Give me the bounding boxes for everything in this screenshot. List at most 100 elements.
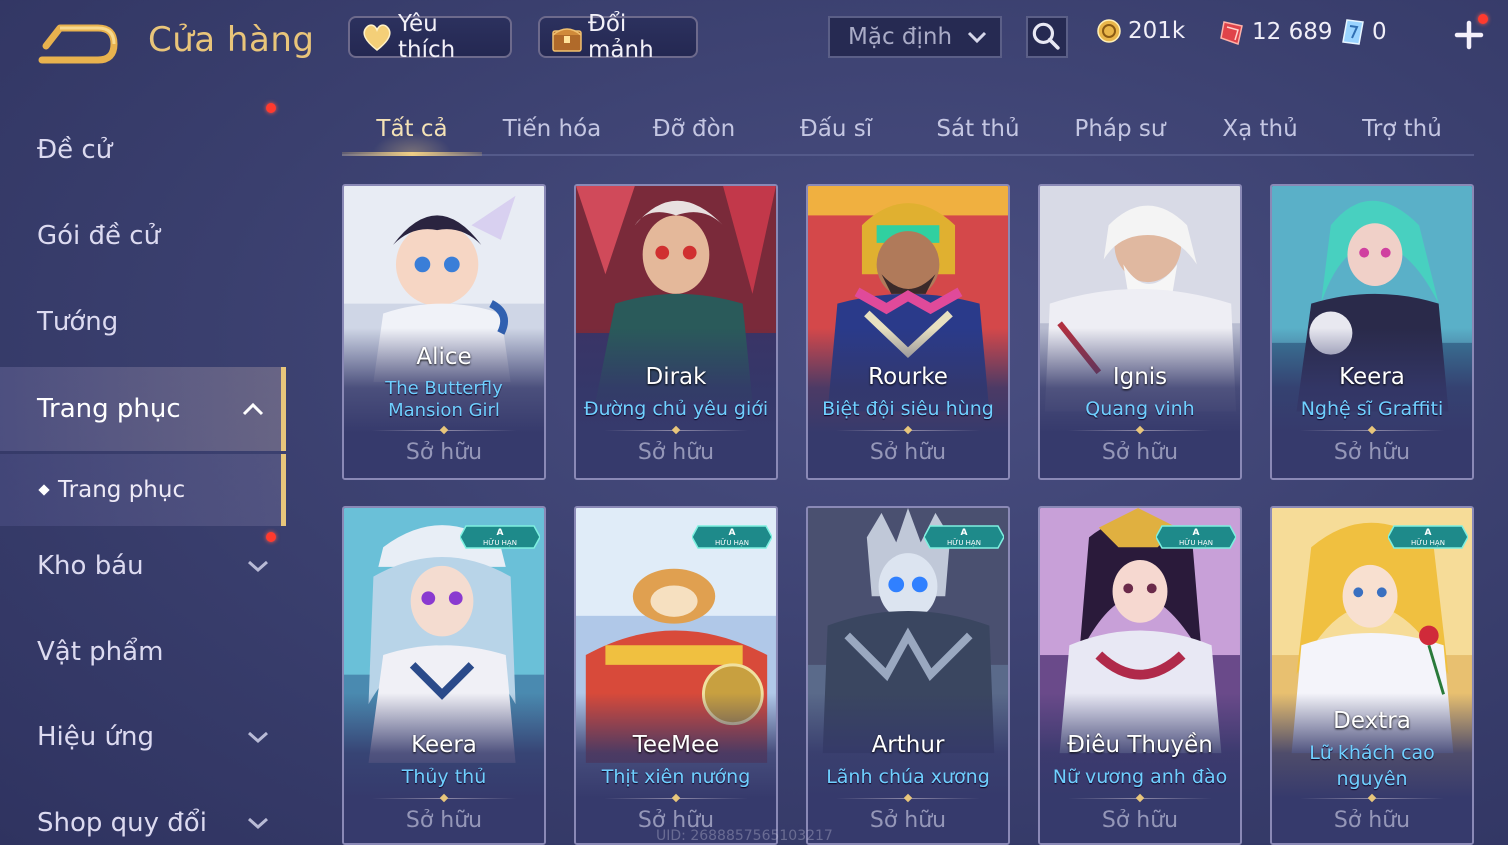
sidebar-item-skins[interactable]: Trang phục: [0, 367, 286, 451]
card-divider: [1068, 798, 1212, 799]
chevron-down-icon: [248, 731, 268, 744]
limited-badge-icon: A HỮU HẠN: [460, 525, 540, 549]
tab-tank[interactable]: Đỡ đòn: [624, 104, 764, 154]
back-arrow-icon[interactable]: [36, 22, 118, 64]
sidebar-item-recommended[interactable]: Đề cử: [0, 110, 286, 190]
card-divider: [1300, 798, 1444, 799]
svg-text:A: A: [729, 528, 736, 538]
skin-name: Lữ khách cao nguyên: [1309, 742, 1435, 790]
search-button[interactable]: [1026, 16, 1068, 58]
hero-name: TeeMee: [632, 732, 720, 758]
skin-card[interactable]: A HỮU HẠN Dextra Lữ khách cao nguyên Sở …: [1270, 506, 1474, 845]
sidebar-item-effects[interactable]: Hiệu ứng: [0, 697, 286, 777]
limited-badge-icon: A HỮU HẠN: [924, 525, 1004, 549]
chevron-up-icon: [242, 402, 264, 416]
skin-card[interactable]: Dirak Đường chủ yêu giới Sở hữu: [574, 184, 778, 480]
heart-icon: [363, 24, 391, 51]
skin-name: Lãnh chúa xương: [826, 766, 990, 788]
tab-marksman[interactable]: Xạ thủ: [1190, 104, 1330, 154]
limited-badge-icon: A HỮU HẠN: [692, 525, 772, 549]
owned-status: Sở hữu: [869, 808, 947, 833]
sidebar: Đề cử Gói đề cử Tướng Trang phục Trang p…: [0, 100, 292, 845]
hero-name: Rourke: [868, 364, 948, 390]
bullet-diamond-icon: [38, 484, 50, 496]
owned-status: Sở hữu: [637, 440, 715, 465]
skin-card[interactable]: Rourke Biệt đội siêu hùng Sở hữu: [806, 184, 1010, 480]
sidebar-item-heroes[interactable]: Tướng: [0, 282, 286, 362]
svg-text:A: A: [1193, 528, 1200, 538]
sort-selected-value: Mặc định: [848, 24, 953, 50]
skin-name: Nghệ sĩ Graffiti: [1300, 398, 1444, 420]
sidebar-item-treasure[interactable]: Kho báu: [0, 526, 286, 606]
tab-fighter[interactable]: Đấu sĩ: [766, 104, 906, 154]
sidebar-item-label: Đề cử: [37, 135, 113, 165]
skin-card[interactable]: A HỮU HẠN Điêu Thuyền Nữ vương anh đào S…: [1038, 506, 1242, 845]
skin-name: Biệt đội siêu hùng: [822, 398, 994, 420]
red-voucher-icon: [1220, 21, 1243, 45]
card-divider: [836, 798, 980, 799]
hero-name: Alice: [416, 344, 472, 370]
skin-card[interactable]: A HỮU HẠN TeeMee Thịt xiên nướng Sở hữu: [574, 506, 778, 845]
hero-name: Keera: [1339, 364, 1405, 390]
skin-card[interactable]: Keera Nghệ sĩ Graffiti Sở hữu: [1270, 184, 1474, 480]
limited-badge-icon: A HỮU HẠN: [1388, 525, 1468, 549]
owned-status: Sở hữu: [405, 808, 483, 833]
sidebar-item-label: Gói đề cử: [37, 221, 161, 251]
gold-amount: 201k: [1128, 18, 1186, 44]
favorites-button[interactable]: Yêu thích: [348, 11, 512, 63]
svg-text:HỮU HẠN: HỮU HẠN: [715, 538, 749, 547]
card-divider: [1300, 430, 1444, 431]
skin-card[interactable]: Ignis Quang vinh Sở hữu: [1038, 184, 1242, 480]
svg-text:A: A: [1425, 528, 1432, 538]
sidebar-item-label: Hiệu ứng: [37, 722, 154, 752]
player-uid: UID: 2688857565103217: [656, 828, 833, 844]
blue-gem-icon: [1342, 19, 1364, 45]
plus-notification-dot: [1478, 14, 1488, 24]
card-divider: [836, 430, 980, 431]
notification-dot: [266, 532, 276, 542]
sidebar-item-label: Tướng: [37, 307, 119, 337]
svg-text:HỮU HẠN: HỮU HẠN: [947, 538, 981, 547]
search-icon: [1032, 22, 1060, 50]
hero-name: Arthur: [871, 732, 945, 758]
skin-name: Nữ vương anh đào: [1052, 766, 1228, 788]
tab-all[interactable]: Tất cả: [342, 104, 482, 156]
sidebar-item-bundles[interactable]: Gói đề cử: [0, 103, 286, 276]
gold-currency: 201k: [1096, 18, 1185, 44]
limited-badge-icon: A HỮU HẠN: [1156, 525, 1236, 549]
role-filter-tabs: Tất cả Tiến hóa Đỡ đòn Đấu sĩ Sát thủ Ph…: [342, 104, 1474, 156]
owned-status: Sở hữu: [1101, 808, 1179, 833]
svg-text:HỮU HẠN: HỮU HẠN: [1411, 538, 1445, 547]
voucher-currency: 12 689: [1218, 18, 1332, 46]
owned-status: Sở hữu: [1333, 440, 1411, 465]
favorites-label: Yêu thích: [398, 11, 456, 63]
hero-name: Dextra: [1333, 708, 1411, 734]
card-divider: [1068, 430, 1212, 431]
sidebar-subitem-label: Trang phục: [58, 477, 186, 503]
tab-evolution[interactable]: Tiến hóa: [482, 104, 622, 154]
sidebar-item-label: Vật phẩm: [37, 637, 164, 667]
top-bar: Cửa hàng Yêu thích Đổi mảnh Mặc định 201…: [0, 0, 1508, 80]
owned-status: Sở hữu: [1101, 440, 1179, 465]
owned-status: Sở hữu: [869, 440, 947, 465]
sidebar-item-exchange-shop[interactable]: Shop quy đổi: [0, 783, 286, 845]
skin-name: Thịt xiên nướng: [601, 766, 751, 788]
tab-support[interactable]: Trợ thủ: [1332, 104, 1472, 154]
skin-card[interactable]: A HỮU HẠN Arthur Lãnh chúa xương Sở hữu: [806, 506, 1010, 845]
tab-assassin[interactable]: Sát thủ: [908, 104, 1048, 154]
plus-icon[interactable]: [1454, 20, 1484, 50]
sort-dropdown[interactable]: Mặc định: [828, 16, 1002, 58]
exchange-fragments-button[interactable]: Đổi mảnh: [538, 11, 698, 63]
tab-mage[interactable]: Pháp sư: [1050, 104, 1190, 154]
treasure-chest-icon: [552, 28, 582, 52]
sidebar-item-label: Shop quy đổi: [37, 808, 207, 838]
svg-text:A: A: [497, 528, 504, 538]
voucher-amount: 12 689: [1252, 19, 1333, 45]
skin-card[interactable]: A HỮU HẠN Keera Thủy thủ Sở hữu: [342, 506, 546, 845]
skin-name: Đường chủ yêu giới: [583, 398, 769, 420]
skin-name: Quang vinh: [1085, 398, 1195, 420]
sidebar-subitem-skins[interactable]: Trang phục: [0, 454, 286, 526]
skin-card[interactable]: Alice The Butterfly Mansion Girl Sở hữu: [342, 184, 546, 480]
card-divider: [372, 430, 516, 431]
sidebar-item-items[interactable]: Vật phẩm: [0, 612, 286, 692]
